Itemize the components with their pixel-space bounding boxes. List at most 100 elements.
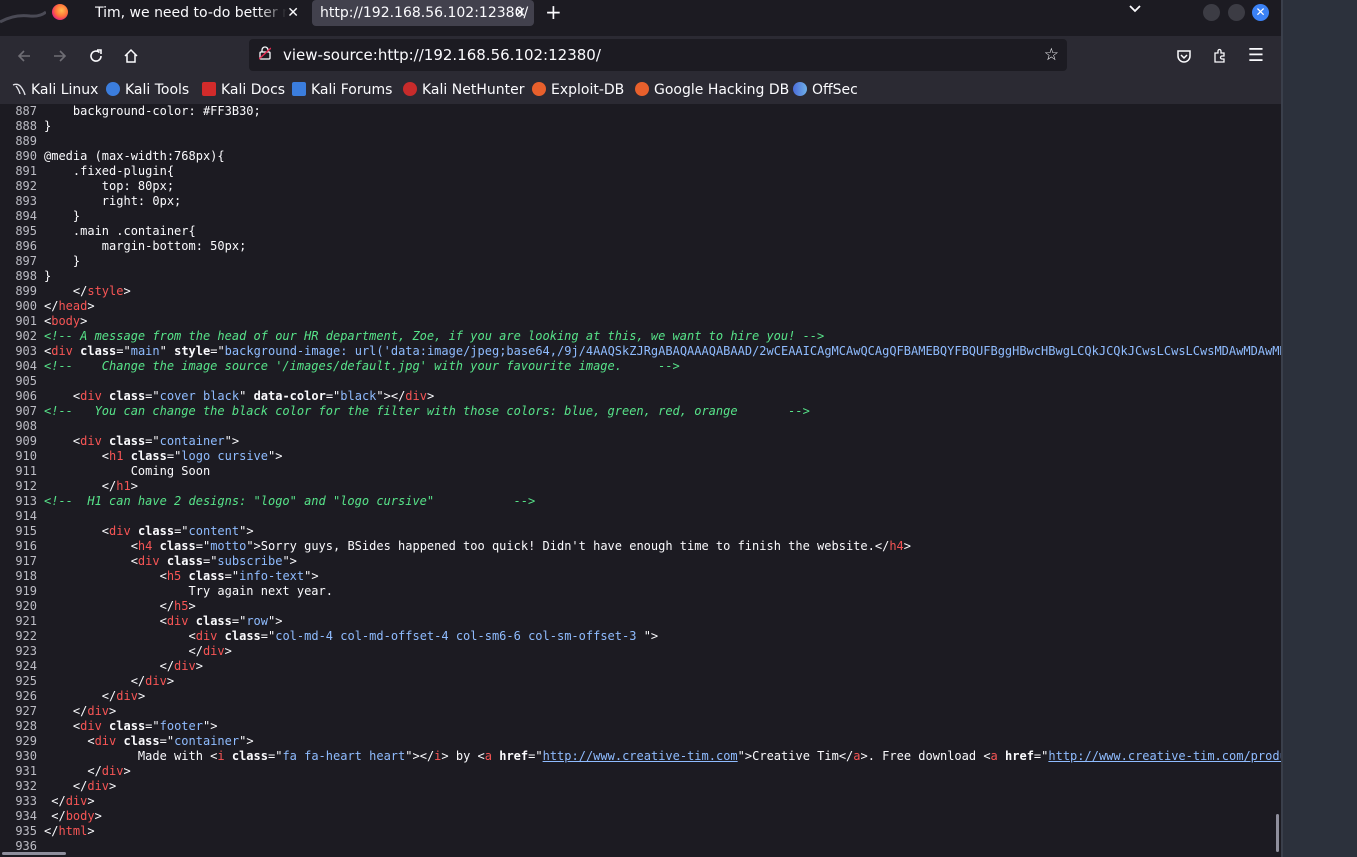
- source-line: 889: [0, 134, 44, 149]
- source-line: 918 <h5 class="info-text">: [0, 569, 318, 584]
- browser-window: Tim, we need to-do better ne ✕ http://19…: [0, 0, 1281, 857]
- line-code: <h4 class="motto">Sorry guys, BSides hap…: [44, 539, 911, 553]
- line-number: 895: [15, 224, 37, 238]
- line-number: 890: [15, 149, 37, 163]
- source-line: 913 <!-- H1 can have 2 designs: "logo" an…: [0, 494, 535, 509]
- bookmark-kali-nethunter[interactable]: Kali NetHunter: [403, 76, 524, 104]
- firefox-icon: [52, 4, 68, 20]
- bookmark-exploit-db[interactable]: Exploit-DB: [532, 76, 624, 104]
- line-code: <div class="main" style="background-imag…: [44, 344, 1281, 358]
- source-line: 900 </head>: [0, 299, 95, 314]
- line-number: 914: [15, 509, 37, 523]
- maximize-button[interactable]: [1228, 4, 1245, 21]
- line-code: </head>: [44, 299, 95, 313]
- line-code: <div class="row">: [44, 614, 283, 628]
- source-line: 899 </style>: [0, 284, 130, 299]
- line-number: 899: [15, 284, 37, 298]
- kali-dragon-icon: [12, 78, 26, 96]
- line-code: <div class="cover black" data-color="bla…: [44, 389, 435, 403]
- source-line: 919 Try again next year.: [0, 584, 333, 599]
- reload-icon[interactable]: [82, 42, 110, 70]
- bookmark-star-icon[interactable]: ☆: [1044, 39, 1059, 71]
- line-code: <div class="footer">: [44, 719, 218, 733]
- source-line: 892 top: 80px;: [0, 179, 174, 194]
- source-line: 933 </div>: [0, 794, 95, 809]
- minimize-button[interactable]: [1203, 4, 1220, 21]
- line-number: 913: [15, 494, 37, 508]
- source-line: 893 right: 0px;: [0, 194, 181, 209]
- line-code: background-color: #FF3B30;: [44, 104, 261, 118]
- kali-docs-icon: [202, 82, 216, 96]
- source-line: 927 </div>: [0, 704, 116, 719]
- line-code: </div>: [44, 674, 175, 688]
- source-line: 932 </div>: [0, 779, 116, 794]
- bookmark-kali-tools[interactable]: Kali Tools: [106, 76, 189, 104]
- insecure-lock-icon[interactable]: [259, 46, 271, 60]
- source-line: 901 <body>: [0, 314, 87, 329]
- close-tab-icon[interactable]: ✕: [287, 0, 299, 26]
- line-code: <div class="container">: [44, 734, 254, 748]
- list-all-tabs-chevron-icon[interactable]: [1128, 1, 1142, 19]
- tab-inactive[interactable]: Tim, we need to-do better ne ✕: [87, 0, 307, 26]
- source-line: 904 <!-- Change the image source '/images…: [0, 359, 680, 374]
- close-tab-icon[interactable]: ✕: [514, 0, 526, 26]
- line-code: }: [44, 209, 81, 223]
- line-code: <!-- Change the image source '/images/de…: [44, 359, 680, 373]
- source-line: 902 <!-- A message from the head of our H…: [0, 329, 824, 344]
- line-number: 896: [15, 239, 37, 253]
- line-code: <body>: [44, 314, 88, 328]
- line-number: 919: [15, 584, 37, 598]
- line-code: }: [44, 119, 52, 133]
- extensions-icon[interactable]: [1206, 42, 1234, 70]
- bookmark-offsec[interactable]: OffSec: [793, 76, 858, 104]
- bookmark-google-hacking-db[interactable]: Google Hacking DB: [635, 76, 789, 104]
- line-number: 902: [15, 329, 37, 343]
- line-number: 900: [15, 299, 37, 313]
- horizontal-scrollbar-thumb[interactable]: [2, 852, 66, 855]
- line-number: 934: [15, 809, 37, 823]
- kali-tools-icon: [106, 82, 120, 96]
- source-line: 935 </html>: [0, 824, 94, 839]
- source-line: 911 Coming Soon: [0, 464, 210, 479]
- kali-menu-icon[interactable]: [0, 0, 46, 26]
- source-line: 930 Made with <i class="fa fa-heart hear…: [0, 749, 1281, 764]
- line-code: </div>: [44, 764, 131, 778]
- line-code: margin-bottom: 50px;: [44, 239, 247, 253]
- line-code: </div>: [44, 794, 95, 808]
- line-code: <!-- You can change the black color for …: [44, 404, 810, 418]
- line-code: </div>: [44, 779, 117, 793]
- line-number: 935: [15, 824, 37, 838]
- new-tab-icon[interactable]: +: [545, 0, 562, 24]
- close-window-button[interactable]: ✕: [1252, 4, 1269, 21]
- line-number: 925: [15, 674, 37, 688]
- bookmark-kali-forums[interactable]: Kali Forums: [292, 76, 392, 104]
- source-line: 898}: [0, 269, 51, 284]
- desktop-background: [1281, 0, 1357, 857]
- back-arrow-icon[interactable]: [10, 42, 38, 70]
- pocket-icon[interactable]: [1170, 42, 1198, 70]
- bookmark-kali-docs[interactable]: Kali Docs: [202, 76, 285, 104]
- address-bar[interactable]: view-source:http://192.168.56.102:12380/…: [249, 39, 1067, 71]
- line-number: 927: [15, 704, 37, 718]
- source-line: 934 </body>: [0, 809, 102, 824]
- line-code: <div class="content">: [44, 524, 254, 538]
- line-number: 904: [15, 359, 37, 373]
- line-code: Try again next year.: [44, 584, 333, 598]
- hamburger-menu-icon[interactable]: ☰: [1242, 42, 1270, 70]
- view-source-content: 887 background-color: #FF3B30; 888} 889 890…: [0, 104, 1281, 857]
- source-line: 915 <div class="content">: [0, 524, 254, 539]
- line-code: }: [44, 254, 81, 268]
- tab-title: http://192.168.56.102:12380/: [320, 5, 529, 21]
- bookmark-kali-linux[interactable]: Kali Linux: [12, 76, 98, 104]
- home-icon[interactable]: [117, 42, 145, 70]
- tab-active[interactable]: http://192.168.56.102:12380/ ✕: [312, 0, 534, 26]
- line-number: 931: [15, 764, 37, 778]
- line-code: Coming Soon: [44, 464, 211, 478]
- vertical-scrollbar-thumb[interactable]: [1276, 814, 1279, 852]
- forward-arrow-icon[interactable]: [46, 42, 74, 70]
- line-number: 910: [15, 449, 37, 463]
- line-number: 920: [15, 599, 37, 613]
- line-number: 903: [15, 344, 37, 358]
- source-line: 888}: [0, 119, 51, 134]
- source-line: 928 <div class="footer">: [0, 719, 217, 734]
